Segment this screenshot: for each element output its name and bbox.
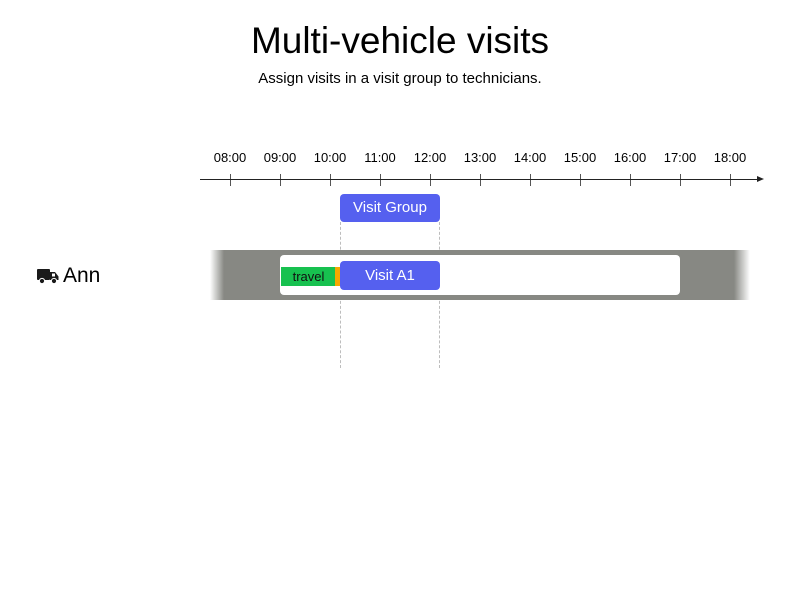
axis-arrow-icon	[757, 176, 764, 182]
tick-mark	[580, 174, 581, 186]
tick-mark	[230, 174, 231, 186]
tick-label: 14:00	[513, 150, 547, 165]
tick-mark	[280, 174, 281, 186]
tick-mark	[380, 174, 381, 186]
visit-block[interactable]: Visit A1	[340, 261, 440, 290]
visit-group-block[interactable]: Visit Group	[340, 194, 440, 222]
truck-icon	[37, 269, 59, 284]
page-subtitle: Assign visits in a visit group to techni…	[258, 70, 542, 87]
tick-mark	[430, 174, 431, 186]
tick-label: 15:00	[563, 150, 597, 165]
travel-segment: travel	[281, 267, 336, 286]
tick-mark	[480, 174, 481, 186]
vehicle-name: Ann	[63, 264, 101, 287]
tick-label: 11:00	[364, 150, 396, 165]
tick-mark	[730, 174, 731, 186]
tick-mark	[630, 174, 631, 186]
axis-line	[200, 179, 758, 180]
page-title: Multi-vehicle visits	[250, 20, 550, 61]
tick-label: 09:00	[263, 150, 297, 165]
tick-label: 10:00	[313, 150, 347, 165]
vehicle-label: Ann	[37, 262, 100, 290]
tick-label: 12:00	[413, 150, 447, 165]
tick-label: 18:00	[713, 150, 747, 165]
tick-label: 17:00	[663, 150, 697, 165]
tick-label: 08:00	[213, 150, 247, 165]
tick-mark	[680, 174, 681, 186]
tick-label: 13:00	[463, 150, 497, 165]
tick-mark	[330, 174, 331, 186]
tick-label: 16:00	[613, 150, 647, 165]
tick-mark	[530, 174, 531, 186]
